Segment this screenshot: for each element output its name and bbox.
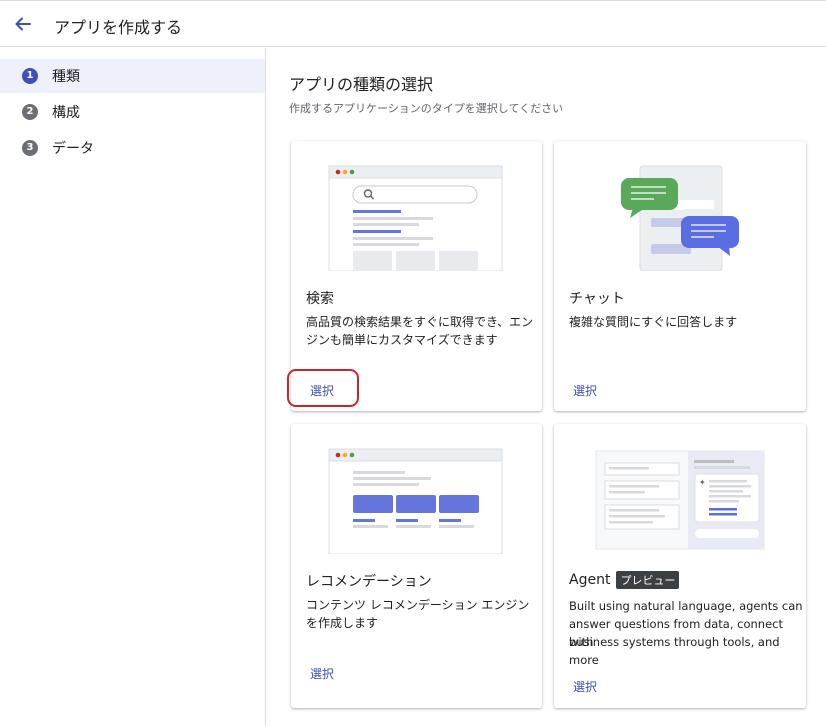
stepper-sidebar: 1 種類 2 構成 3 データ [0,48,266,726]
step-number: 1 [22,68,38,84]
card-description: Built using natural language, agents can [569,599,803,613]
card-description: 複雑な質問にすぐに回答します [569,315,738,329]
step-number: 3 [22,140,38,156]
step-label: 種類 [52,69,80,85]
card-description: ジンも簡単にカスタマイズできます [306,333,498,347]
card-description: 高品質の検索結果をすぐに取得でき、エン [306,315,534,329]
step-label: データ [52,141,94,157]
highlight-annotation [287,369,359,407]
card-description: を作成します [306,616,379,630]
card-title: チャット [569,291,625,307]
card-title: レコメンデーション [306,574,432,590]
section-title: アプリの種類の選択 [289,75,434,94]
step-number: 2 [22,104,38,120]
card-agent[interactable]: ✦ Agent プレビュー Built using natural languag… [554,424,806,708]
page-title: アプリを作成する [54,18,183,37]
card-title: 検索 [306,291,334,307]
select-button[interactable]: 選択 [573,678,597,695]
search-illustration [328,165,503,271]
agent-illustration: ✦ [595,450,765,550]
app-header: アプリを作成する [0,1,826,47]
step-type[interactable]: 1 種類 [0,59,265,93]
svg-text:✦: ✦ [699,478,706,487]
card-recommendation[interactable]: レコメンデーション コンテンツ レコメンデーション エンジン を作成します 選択 [291,424,542,708]
preview-badge: プレビュー [616,571,680,589]
section-subtitle: 作成するアプリケーションのタイプを選択してください [289,102,564,115]
step-data[interactable]: 3 データ [0,131,265,165]
select-button[interactable]: 選択 [573,382,597,399]
card-description: business systems through tools, and more [569,635,780,667]
card-description: コンテンツ レコメンデーション エンジン [306,598,530,612]
card-title-text: Agent [569,572,611,588]
card-title: Agent プレビュー [569,571,680,589]
recommendation-illustration [328,448,503,554]
card-chat[interactable]: チャット 複雑な質問にすぐに回答します 選択 [554,141,806,411]
arrow-left-icon[interactable] [12,13,34,35]
step-label: 構成 [52,105,80,121]
chat-illustration [621,165,739,271]
step-config[interactable]: 2 構成 [0,95,265,129]
select-button[interactable]: 選択 [310,665,334,682]
